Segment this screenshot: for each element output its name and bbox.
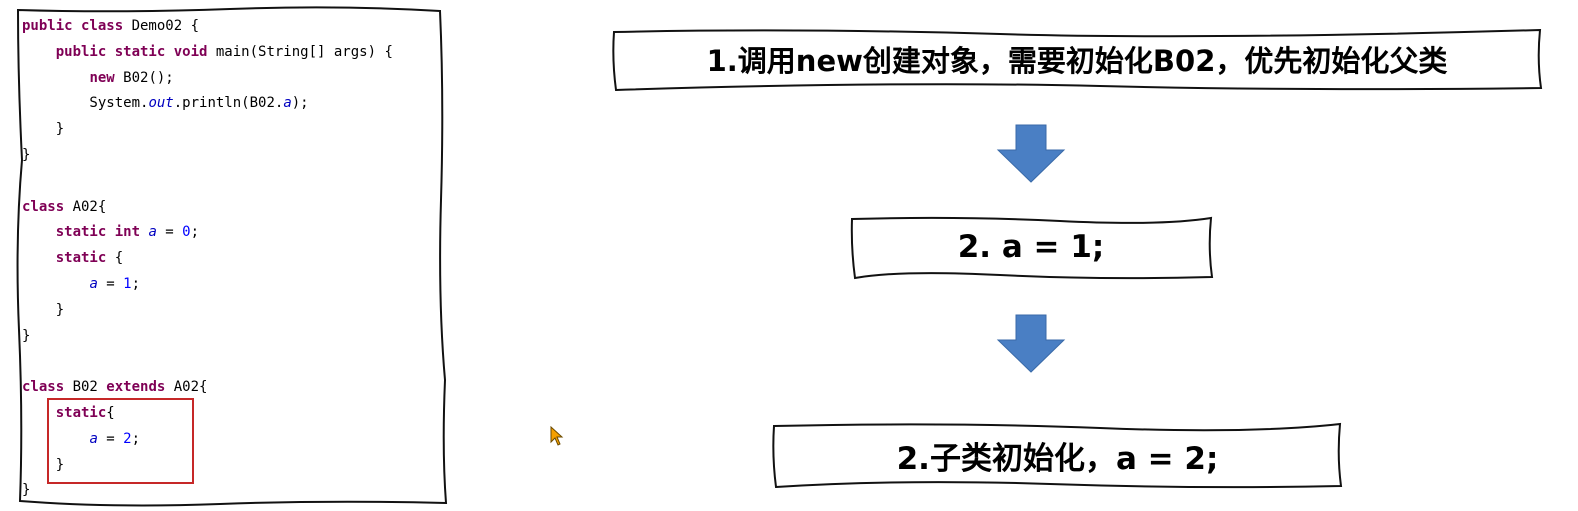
- code-token: static int: [55, 224, 149, 241]
- code-token: =: [97, 276, 124, 292]
- down-arrow-icon: [996, 124, 1066, 183]
- code-line: }: [22, 480, 30, 500]
- code-token: main(String[] args) {: [215, 43, 393, 60]
- code-token: A02{: [72, 198, 107, 215]
- code-token: class: [22, 379, 73, 396]
- code-token: class: [22, 198, 73, 215]
- code-token: ;: [131, 276, 141, 292]
- code-token: System.: [22, 95, 149, 112]
- step-1-box: 1.调用new创建对象，需要初始化B02，优先初始化父类: [616, 30, 1538, 88]
- code-token: 1: [123, 276, 132, 292]
- code-token: A02{: [173, 379, 208, 396]
- code-line: static int a = 0;: [22, 222, 199, 242]
- code-line: a = 1;: [22, 274, 140, 294]
- code-token: out: [148, 95, 174, 112]
- code-line: static {: [22, 248, 123, 268]
- highlight-box: [47, 398, 194, 484]
- code-token: {: [114, 250, 124, 267]
- code-token: Demo02 {: [131, 18, 200, 34]
- code-token: a: [148, 224, 157, 241]
- code-token: }: [22, 121, 65, 138]
- code-token: .println(B02.: [173, 95, 284, 112]
- code-token: extends: [106, 379, 174, 396]
- code-token: a: [89, 276, 98, 292]
- step-3-box: 2.子类初始化，a = 2;: [775, 425, 1340, 485]
- code-line: class B02 extends A02{: [22, 377, 207, 397]
- code-token: }: [22, 482, 31, 499]
- code-token: }: [22, 327, 31, 344]
- step-1-text: 1.调用new创建对象，需要初始化B02，优先初始化父类: [706, 44, 1448, 78]
- code-token: }: [22, 301, 65, 318]
- code-line: }: [22, 119, 64, 139]
- step-2-text: 2. a = 1;: [957, 229, 1105, 265]
- code-token: B02: [72, 379, 107, 396]
- code-token: =: [156, 224, 183, 241]
- down-arrow-icon: [996, 314, 1066, 373]
- code-line: }: [22, 145, 30, 165]
- code-line: }: [22, 326, 30, 346]
- code-line: new B02();: [22, 68, 174, 88]
- code-token: ;: [190, 224, 200, 241]
- mouse-cursor-icon: [550, 426, 564, 446]
- code-token: public static void: [55, 43, 216, 60]
- code-token: static: [55, 250, 115, 267]
- step-2-box: 2. a = 1;: [853, 218, 1209, 276]
- code-token: new: [89, 69, 124, 86]
- code-line: class A02{: [22, 197, 106, 217]
- step-3-text: 2.子类初始化，a = 2;: [896, 440, 1219, 477]
- code-token: B02();: [123, 69, 174, 86]
- code-token: );: [291, 95, 309, 112]
- code-token: }: [22, 147, 31, 163]
- code-line: }: [22, 300, 64, 320]
- code-line: public class Demo02 {: [22, 16, 199, 36]
- code-token: 0: [182, 224, 191, 241]
- code-token: public class: [22, 18, 132, 34]
- code-token: a: [283, 95, 292, 112]
- code-line: System.out.println(B02.a);: [22, 93, 309, 113]
- code-line: public static void main(String[] args) {: [22, 42, 393, 62]
